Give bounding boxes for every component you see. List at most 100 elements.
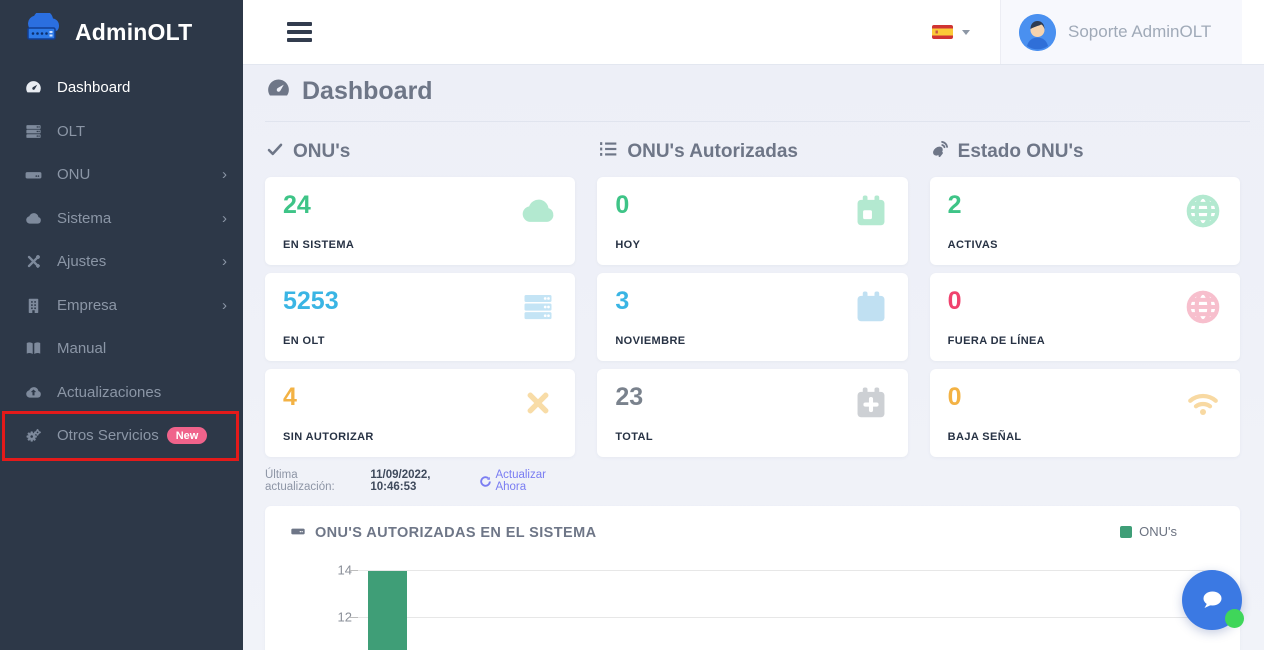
stat-value: 4 xyxy=(283,385,557,410)
satellite-dish-icon xyxy=(930,139,950,165)
stat-card-baja-senal: 0 BAJA SEÑAL xyxy=(930,369,1240,457)
cloud-icon xyxy=(22,208,44,228)
language-dropdown[interactable] xyxy=(932,25,970,39)
x-icon xyxy=(517,382,559,424)
globe-icon xyxy=(1182,190,1224,232)
user-menu[interactable]: Soporte AdminOLT xyxy=(1000,0,1242,64)
chevron-right-icon: › xyxy=(222,253,227,270)
sidebar-item-otros-servicios[interactable]: Otros Servicios New xyxy=(0,414,243,458)
sidebar-item-manual[interactable]: Manual xyxy=(0,327,243,371)
stat-label: TOTAL xyxy=(615,431,653,443)
sidebar-item-actualizaciones[interactable]: Actualizaciones xyxy=(0,371,243,415)
sidebar-item-ajustes[interactable]: Ajustes › xyxy=(0,240,243,284)
chat-bubble-icon xyxy=(1197,586,1227,614)
wifi-icon xyxy=(1182,382,1224,424)
section-onus: ONU's 24 EN SISTEMA 5253 EN OLT 4 SIN AU… xyxy=(265,140,575,493)
stat-card-total: 23 TOTAL xyxy=(597,369,907,457)
section-header: Estado ONU's xyxy=(930,140,1240,164)
section-onus-autorizadas: ONU's Autorizadas 0 HOY 3 NOVIEMBRE 23 T… xyxy=(597,140,907,493)
stat-value: 0 xyxy=(948,289,1222,314)
stat-card-sin-autorizar: 4 SIN AUTORIZAR xyxy=(265,369,575,457)
globe-icon xyxy=(1182,286,1224,328)
sidebar: AdminOLT Dashboard OLT ONU › Sistema xyxy=(0,0,243,650)
sidebar-item-empresa[interactable]: Empresa › xyxy=(0,284,243,328)
stat-value: 3 xyxy=(615,289,889,314)
sidebar-item-label: Empresa xyxy=(57,297,117,314)
refresh-now-label: Actualizar Ahora xyxy=(495,469,575,493)
stats-columns: ONU's 24 EN SISTEMA 5253 EN OLT 4 SIN AU… xyxy=(265,140,1240,493)
stat-value: 24 xyxy=(283,193,557,218)
chat-widget-button[interactable] xyxy=(1182,570,1242,630)
stat-card-en-olt: 5253 EN OLT xyxy=(265,273,575,361)
sidebar-item-label: Ajustes xyxy=(57,253,106,270)
user-name: Soporte AdminOLT xyxy=(1068,22,1211,42)
refresh-icon xyxy=(479,475,492,488)
calendar-icon xyxy=(850,286,892,328)
sidebar-item-label: ONU xyxy=(57,166,90,183)
building-icon xyxy=(22,295,44,315)
sidebar-item-onu[interactable]: ONU › xyxy=(0,153,243,197)
gauge-icon xyxy=(265,75,292,107)
bar-chart-plot: 14 12 10 xyxy=(265,546,1240,650)
section-header: ONU's Autorizadas xyxy=(597,140,907,164)
section-title: Estado ONU's xyxy=(958,141,1084,163)
stat-label: NOVIEMBRE xyxy=(615,335,685,347)
app-logo[interactable]: AdminOLT xyxy=(0,0,243,64)
gears-icon xyxy=(22,426,44,446)
section-estado-onus: Estado ONU's 2 ACTIVAS 0 FUERA DE LÍNEA … xyxy=(930,140,1240,493)
device-icon xyxy=(289,523,307,543)
gauge-icon xyxy=(22,78,44,98)
legend-swatch xyxy=(1120,526,1132,538)
chevron-right-icon: › xyxy=(222,166,227,183)
refresh-now-link[interactable]: Actualizar Ahora xyxy=(479,469,575,493)
main-content: Dashboard ONU's 24 EN SISTEMA 5253 EN OL… xyxy=(243,64,1264,650)
sidebar-item-dashboard[interactable]: Dashboard xyxy=(0,66,243,110)
book-icon xyxy=(22,339,44,359)
stat-value: 5253 xyxy=(283,289,557,314)
spanish-flag-icon xyxy=(932,25,953,39)
chart-title: ONU'S AUTORIZADAS EN EL SISTEMA xyxy=(289,523,1216,543)
sidebar-nav: Dashboard OLT ONU › Sistema › Aj xyxy=(0,64,243,458)
menu-toggle-button[interactable] xyxy=(287,22,312,42)
list-ol-icon xyxy=(597,139,619,165)
legend-label: ONU's xyxy=(1139,524,1177,539)
stat-value: 0 xyxy=(948,385,1222,410)
bar-onus xyxy=(368,571,407,650)
stat-label: EN OLT xyxy=(283,335,325,347)
calendar-plus-icon xyxy=(850,382,892,424)
stat-card-en-sistema: 24 EN SISTEMA xyxy=(265,177,575,265)
server-icon xyxy=(22,121,44,141)
new-badge: New xyxy=(167,427,208,444)
online-status-dot xyxy=(1225,609,1244,628)
sidebar-item-label: Sistema xyxy=(57,210,111,227)
stat-label: ACTIVAS xyxy=(948,239,998,251)
cloud-icon xyxy=(517,190,559,232)
stat-label: HOY xyxy=(615,239,640,251)
app-name: AdminOLT xyxy=(75,19,192,46)
stat-card-hoy: 0 HOY xyxy=(597,177,907,265)
sidebar-item-label: Actualizaciones xyxy=(57,384,161,401)
stat-label: BAJA SEÑAL xyxy=(948,431,1022,443)
stat-card-noviembre: 3 NOVIEMBRE xyxy=(597,273,907,361)
sidebar-item-label: Dashboard xyxy=(57,79,130,96)
device-icon xyxy=(22,165,44,185)
page-title-text: Dashboard xyxy=(302,77,433,106)
sidebar-item-label: Manual xyxy=(57,340,106,357)
page-title: Dashboard xyxy=(265,75,1240,107)
topbar-right: Soporte AdminOLT xyxy=(932,0,1264,64)
y-axis-tick: 12 xyxy=(292,610,352,625)
sidebar-item-sistema[interactable]: Sistema › xyxy=(0,197,243,241)
stat-card-activas: 2 ACTIVAS xyxy=(930,177,1240,265)
cloud-upload-icon xyxy=(22,382,44,402)
server-icon xyxy=(517,286,559,328)
last-update: Última actualización: 11/09/2022, 10:46:… xyxy=(265,469,575,493)
stat-label: SIN AUTORIZAR xyxy=(283,431,374,443)
stat-value: 0 xyxy=(615,193,889,218)
chart-legend: ONU's xyxy=(1120,524,1177,539)
topbar: Soporte AdminOLT xyxy=(243,0,1264,64)
stat-value: 2 xyxy=(948,193,1222,218)
calendar-check-icon xyxy=(850,190,892,232)
sidebar-item-label: Otros Servicios xyxy=(57,427,159,444)
sidebar-item-olt[interactable]: OLT xyxy=(0,110,243,154)
stat-label: FUERA DE LÍNEA xyxy=(948,335,1045,347)
